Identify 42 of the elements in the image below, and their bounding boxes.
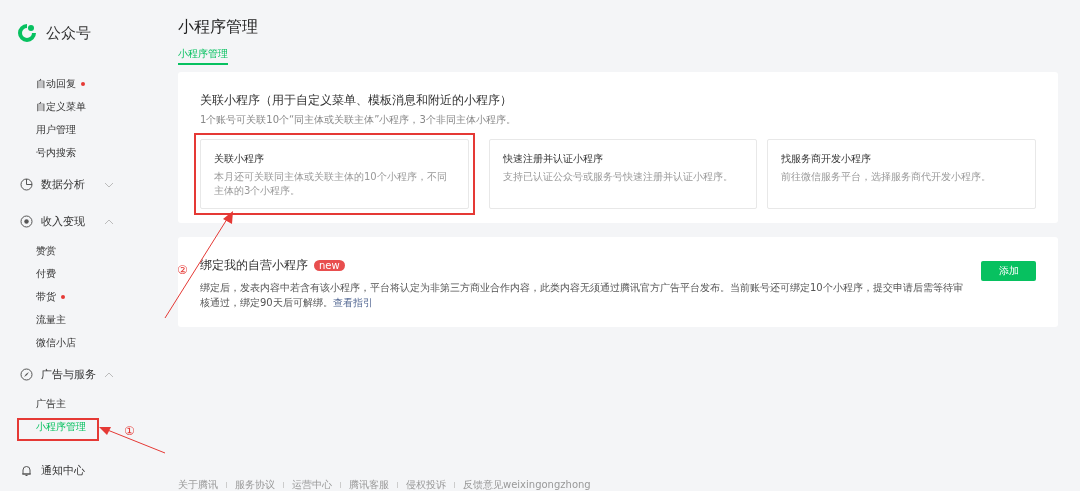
nav-item[interactable]: 用户管理 — [36, 122, 76, 137]
option-card[interactable]: 关联小程序 本月还可关联同主体或关联主体的10个小程序，不同主体的3个小程序。 — [200, 139, 469, 209]
coin-icon — [20, 215, 33, 228]
brand-name: 公众号 — [46, 23, 91, 43]
nav-item[interactable]: 带货 — [36, 289, 56, 304]
guide-link[interactable]: 查看指引 — [332, 297, 373, 308]
chevron-icon — [104, 371, 114, 378]
section-description: 绑定后，发表内容中若含有该小程序，平台将认定为非第三方商业合作内容，此类内容无须通过腾讯官方广告平台发布。当前账号还可绑定10个小程序，提交申请后需等待审核通过，绑定90天后可解绑。查看指引 — [200, 281, 964, 310]
nav-group[interactable]: 广告与服务 — [0, 358, 160, 391]
nav-group[interactable]: 数据分析 — [0, 168, 160, 201]
bell-icon — [20, 463, 33, 477]
nav-item[interactable]: 付费 — [36, 266, 56, 281]
page-title: 小程序管理 — [178, 17, 259, 38]
nav-item[interactable]: 自定义菜单 — [36, 99, 86, 114]
pie-chart-icon — [20, 178, 33, 191]
nav-item[interactable]: 微信小店 — [36, 335, 76, 350]
nav-item[interactable]: 赞赏 — [36, 243, 56, 258]
step-number: ① — [124, 424, 135, 438]
section-subtitle: 1个账号可关联10个“同主体或关联主体”小程序，3个非同主体小程序。 — [200, 113, 517, 127]
new-badge: new — [314, 260, 345, 271]
nav-item[interactable]: 自动回复 — [36, 76, 76, 91]
chevron-icon — [104, 218, 114, 225]
section-title: 绑定我的自营小程序 — [200, 257, 308, 274]
card-title: 找服务商开发小程序 — [781, 152, 873, 166]
step-number: ② — [177, 263, 188, 277]
nav-group[interactable]: 通知中心 — [0, 456, 160, 484]
section-title: 关联小程序（用于自定义菜单、模板消息和附近的小程序） — [200, 92, 513, 109]
logo-icon — [16, 22, 38, 44]
compass-icon — [20, 368, 33, 381]
nav-item[interactable]: 广告主 — [36, 396, 66, 411]
nav-group[interactable]: 收入变现 — [0, 205, 160, 238]
card-description: 前往微信服务平台，选择服务商代开发小程序。 — [781, 170, 993, 184]
card-description: 支持已认证公众号或服务号快速注册并认证小程序。 — [502, 170, 734, 184]
card-description: 本月还可关联同主体或关联主体的10个小程序，不同主体的3个小程序。 — [214, 170, 448, 198]
chevron-icon — [104, 181, 114, 188]
option-card[interactable]: 找服务商开发小程序 前往微信服务平台，选择服务商代开发小程序。 — [767, 139, 1036, 209]
card-title: 关联小程序 — [214, 152, 265, 166]
option-card[interactable]: 快速注册并认证小程序 支持已认证公众号或服务号快速注册并认证小程序。 — [488, 139, 758, 209]
nav-item[interactable]: 号内搜索 — [36, 145, 76, 160]
annotation-arrow — [97, 425, 167, 455]
nav-item[interactable]: 流量主 — [36, 312, 66, 327]
card-title: 快速注册并认证小程序 — [502, 152, 604, 166]
